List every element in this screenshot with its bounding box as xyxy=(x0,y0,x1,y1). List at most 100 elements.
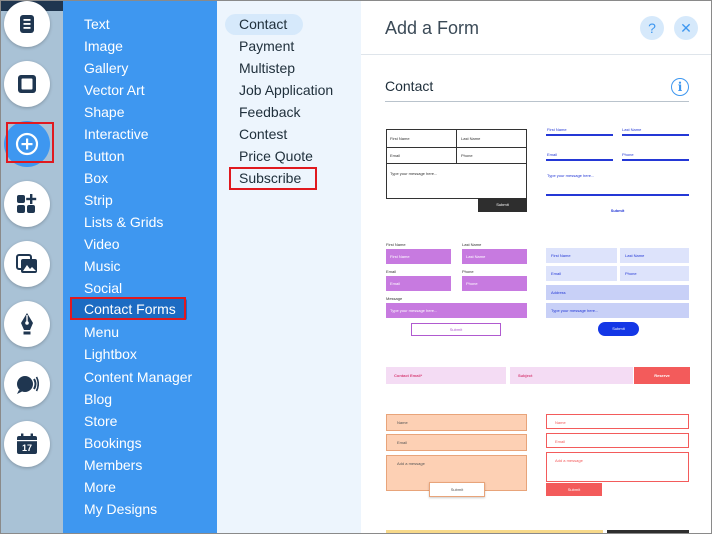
template-3-message: Type your message here... xyxy=(390,308,438,313)
category-content-manager[interactable]: Content Manager xyxy=(84,368,192,386)
category-image[interactable]: Image xyxy=(84,37,123,55)
template-2-line xyxy=(546,194,689,196)
chat-button[interactable] xyxy=(4,361,50,407)
category-list: Text Image Gallery Vector Art Shape Inte… xyxy=(63,1,217,533)
add-form-panel: Add a Form ? ✕ Contact i First Name Last… xyxy=(361,1,711,533)
template-7-submit: Submit xyxy=(567,487,581,492)
template-1-submit: Submit xyxy=(478,198,527,212)
template-6-submit: Submit xyxy=(450,487,464,492)
app-market-button[interactable] xyxy=(4,181,50,227)
form-template-5[interactable]: Contact Email* Subject Reserve xyxy=(386,367,690,384)
subcategory-price-quote[interactable]: Price Quote xyxy=(239,147,313,165)
category-button[interactable]: Button xyxy=(84,147,124,165)
template-7-email: Email xyxy=(555,439,566,444)
template-4-message-field: Type your message here... xyxy=(546,303,689,318)
template-5-email-field: Contact Email* xyxy=(386,367,506,384)
template-4-first: First Name xyxy=(551,253,571,258)
subcategory-contest[interactable]: Contest xyxy=(239,125,287,143)
category-social[interactable]: Social xyxy=(84,279,122,297)
template-7-submit-box: Submit xyxy=(546,483,602,496)
template-3-last-label: Last Name xyxy=(462,242,482,247)
form-template-2[interactable]: First Name Last Name Email Phone Type yo… xyxy=(546,125,689,217)
category-bookings[interactable]: Bookings xyxy=(84,434,142,452)
template-6-email: Email xyxy=(397,440,408,445)
template-3-email: Email xyxy=(390,281,401,286)
form-template-7[interactable]: Name Email Add a message Submit xyxy=(546,414,689,496)
template-6-message: Add a message xyxy=(397,461,425,466)
subcategory-contact[interactable]: Contact xyxy=(225,14,303,35)
bookings-button[interactable]: 17 xyxy=(4,421,50,467)
help-icon: ? xyxy=(648,20,656,36)
template-4-submit-box: Submit xyxy=(598,322,639,336)
blog-button[interactable] xyxy=(4,301,50,347)
form-template-6[interactable]: Name Email Add a message Submit xyxy=(386,414,527,498)
subscribe-highlight xyxy=(229,167,317,190)
template-7-message-field: Add a message xyxy=(546,452,689,482)
left-rail: 17 xyxy=(1,1,63,533)
category-video[interactable]: Video xyxy=(84,235,120,253)
template-4-email: Email xyxy=(551,271,562,276)
category-more[interactable]: More xyxy=(84,478,116,496)
info-icon[interactable]: i xyxy=(671,78,689,96)
category-interactive[interactable]: Interactive xyxy=(84,125,149,143)
template-3-message-label: Message xyxy=(386,296,403,301)
template-3-message-field: Type your message here... xyxy=(386,303,527,318)
chat-icon xyxy=(17,376,39,394)
template-1-phone: Phone xyxy=(461,153,473,158)
category-blog[interactable]: Blog xyxy=(84,390,112,408)
template-3-submit-box: Submit xyxy=(411,323,501,336)
category-menu[interactable]: Menu xyxy=(84,323,119,341)
panel-divider xyxy=(361,54,711,55)
category-text[interactable]: Text xyxy=(84,15,110,33)
template-7-name: Name xyxy=(555,420,566,425)
close-icon: ✕ xyxy=(680,19,692,36)
category-music[interactable]: Music xyxy=(84,257,121,275)
category-lists-grids[interactable]: Lists & Grids xyxy=(84,213,163,231)
category-shape[interactable]: Shape xyxy=(84,103,124,121)
page-icon xyxy=(20,15,34,33)
template-1-email: Email xyxy=(390,153,401,158)
category-strip[interactable]: Strip xyxy=(84,191,113,209)
template-3-last-field: Last Name xyxy=(462,249,527,264)
category-gallery[interactable]: Gallery xyxy=(84,59,128,77)
media-button[interactable] xyxy=(4,241,50,287)
category-members[interactable]: Members xyxy=(84,456,142,474)
template-2-phone: Phone xyxy=(622,152,634,157)
template-2-line xyxy=(546,159,613,161)
template-6-submit-box: Submit xyxy=(429,482,485,497)
category-store[interactable]: Store xyxy=(84,412,117,430)
app-window: 17 Text Image Gallery Vector Art Shape I… xyxy=(0,0,712,534)
template-2-last: Last Name xyxy=(622,127,642,132)
help-button[interactable]: ? xyxy=(640,16,664,40)
subcategory-multistep[interactable]: Multistep xyxy=(239,59,295,77)
subcategory-job-application[interactable]: Job Application xyxy=(239,81,333,99)
template-2-email: Email xyxy=(547,152,558,157)
template-5-subject-field: Subject xyxy=(510,367,633,384)
pen-icon xyxy=(21,313,33,335)
category-my-designs[interactable]: My Designs xyxy=(84,500,157,518)
category-box[interactable]: Box xyxy=(84,169,108,187)
form-template-4[interactable]: First Name Last Name Email Phone Address… xyxy=(546,248,689,338)
category-lightbox[interactable]: Lightbox xyxy=(84,345,137,363)
close-button[interactable]: ✕ xyxy=(674,16,698,40)
template-3-phone: Phone xyxy=(466,281,478,286)
subcategory-payment[interactable]: Payment xyxy=(239,37,294,55)
form-template-9-peek[interactable] xyxy=(607,530,689,533)
template-4-email-field: Email xyxy=(546,266,617,281)
calendar-icon: 17 xyxy=(17,433,37,454)
form-template-8-peek[interactable] xyxy=(386,530,603,533)
pages-button[interactable] xyxy=(4,1,50,47)
category-vector-art[interactable]: Vector Art xyxy=(84,81,145,99)
subcategory-feedback[interactable]: Feedback xyxy=(239,103,300,121)
template-4-address: Address xyxy=(551,290,566,295)
template-3-email-label: Email xyxy=(386,269,397,274)
add-button-highlight xyxy=(6,122,54,163)
template-2-line xyxy=(622,134,689,136)
form-template-3[interactable]: First Name Last Name First Name Last Nam… xyxy=(386,242,527,338)
subcategory-list: Contact Payment Multistep Job Applicatio… xyxy=(217,1,361,533)
template-6-name-field: Name xyxy=(386,414,527,431)
background-button[interactable] xyxy=(4,61,50,107)
form-template-1[interactable]: First Name Last Name Email Phone Type yo… xyxy=(386,129,527,213)
apps-icon xyxy=(17,194,37,213)
template-4-phone-field: Phone xyxy=(620,266,689,281)
